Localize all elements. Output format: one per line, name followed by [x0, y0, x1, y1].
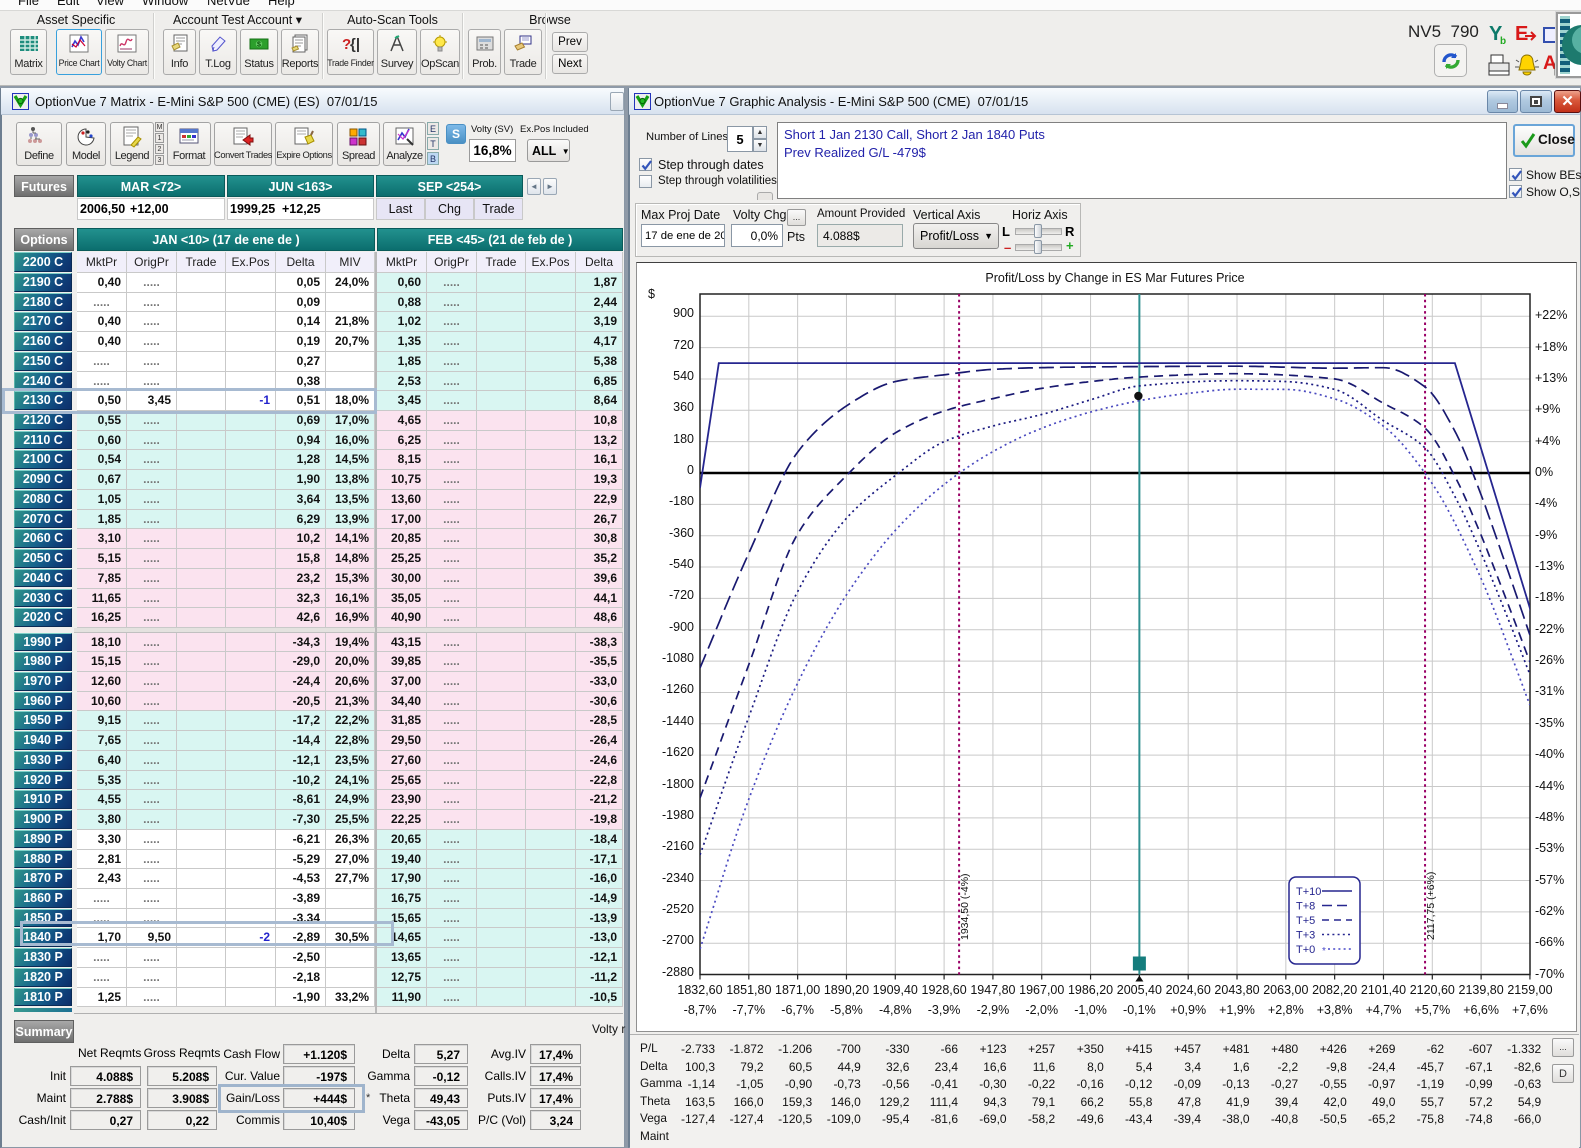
svg-text:T+0: T+0: [1296, 944, 1315, 956]
svg-text:1934,50 (-4%): 1934,50 (-4%): [959, 873, 971, 940]
svg-text:T+3: T+3: [1296, 930, 1315, 942]
svg-text:2117,75 (+6%): 2117,75 (+6%): [1425, 872, 1437, 940]
svg-text:*: *: [1322, 946, 1326, 957]
svg-text:T+5: T+5: [1296, 915, 1315, 927]
svg-text:T+10: T+10: [1296, 886, 1321, 898]
svg-text:T+8: T+8: [1296, 901, 1315, 913]
